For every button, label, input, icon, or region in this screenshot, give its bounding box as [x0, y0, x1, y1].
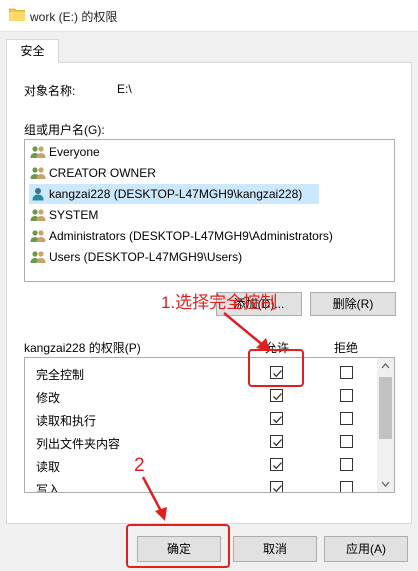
user-list-item[interactable]: kangzai228 (DESKTOP-L47MGH9\kangzai228) [29, 184, 319, 204]
permission-row: 写入 [25, 477, 377, 493]
apply-button[interactable]: 应用(A) [324, 536, 408, 562]
user-list-item-label: kangzai228 (DESKTOP-L47MGH9\kangzai228) [49, 187, 303, 201]
title-bar: work (E:) 的权限 [0, 0, 418, 32]
object-name-value: E:\ [117, 82, 132, 96]
deny-checkbox[interactable] [340, 458, 353, 471]
scroll-down-icon[interactable] [377, 475, 394, 492]
permission-name: 列出文件夹内容 [36, 437, 121, 451]
deny-checkbox[interactable] [340, 412, 353, 425]
permission-name: 修改 [36, 391, 61, 405]
annotation-arrow-1-icon [223, 312, 270, 351]
user-list-item[interactable]: Users (DESKTOP-L47MGH9\Users) [29, 247, 242, 267]
user-list-item[interactable]: Everyone [29, 142, 100, 162]
deny-checkbox[interactable] [340, 366, 353, 379]
user-list-item-label: SYSTEM [49, 208, 99, 222]
permission-name: 写入 [36, 483, 61, 493]
deny-header: 拒绝 [334, 341, 359, 355]
users-listbox[interactable]: Everyone CREATOR OWNER kangzai228 (DESKTOP… [24, 139, 395, 282]
permissions-scrollbar[interactable] [377, 358, 394, 492]
user-list-item[interactable]: Administrators (DESKTOP-L47MGH9\Administ… [29, 226, 333, 246]
permissions-label: kangzai228 的权限(P) [24, 341, 141, 355]
user-list-item-label: CREATOR OWNER [49, 166, 156, 180]
window-title: work (E:) 的权限 [30, 10, 118, 24]
allow-checkbox[interactable] [270, 389, 283, 402]
annotation-step2: 2 [134, 455, 145, 476]
allow-checkbox[interactable] [270, 458, 283, 471]
permission-row: 完全控制 [25, 362, 377, 385]
folder-icon [8, 8, 26, 22]
allow-checkbox[interactable] [270, 412, 283, 425]
allow-checkbox[interactable] [270, 481, 283, 492]
user-list-item-label: Administrators (DESKTOP-L47MGH9\Administ… [49, 229, 333, 243]
remove-button[interactable]: 删除(R) [310, 292, 396, 316]
object-name-label: 对象名称: [24, 84, 76, 98]
user-list-item[interactable]: SYSTEM [29, 205, 98, 225]
permission-name: 读取和执行 [36, 414, 97, 428]
permissions-list: 写入 读取 列出文件夹内容 读取和执行 修改 完全控制 [24, 357, 395, 493]
user-list-item[interactable]: CREATOR OWNER [29, 163, 156, 183]
permission-row: 修改 [25, 385, 377, 408]
permission-name: 完全控制 [36, 368, 85, 382]
annotation-arrow-2-icon [141, 476, 167, 521]
user-list-item-label: Everyone [49, 145, 100, 159]
deny-checkbox[interactable] [340, 389, 353, 402]
user-list-item-label: Users (DESKTOP-L47MGH9\Users) [49, 250, 243, 264]
allow-checkbox[interactable] [270, 435, 283, 448]
permission-name: 读取 [36, 460, 61, 474]
ok-button[interactable]: 确定 [137, 536, 221, 562]
permission-row: 读取 [25, 454, 377, 477]
cancel-button[interactable]: 取消 [233, 536, 317, 562]
permission-row: 读取和执行 [25, 408, 377, 431]
groups-label: 组或用户名(G): [24, 123, 105, 137]
deny-checkbox[interactable] [340, 435, 353, 448]
tab-security[interactable]: 安全 [6, 39, 59, 63]
scroll-thumb[interactable] [379, 377, 392, 439]
scroll-up-icon[interactable] [377, 358, 394, 375]
permission-row: 列出文件夹内容 [25, 431, 377, 454]
deny-checkbox[interactable] [340, 481, 353, 492]
